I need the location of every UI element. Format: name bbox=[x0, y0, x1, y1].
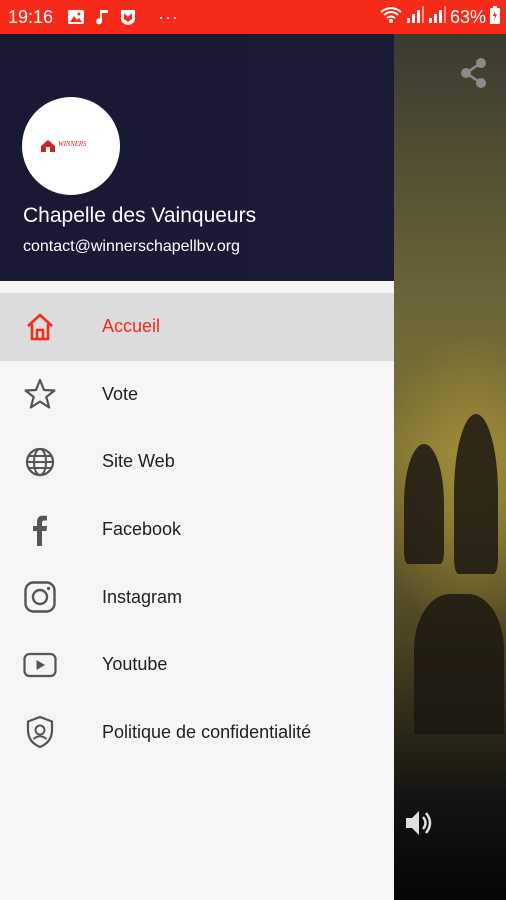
youtube-icon bbox=[22, 647, 58, 683]
image-icon bbox=[67, 8, 85, 26]
menu-item-facebook[interactable]: Facebook bbox=[0, 496, 394, 564]
menu-item-vote[interactable]: Vote bbox=[0, 361, 394, 429]
home-icon bbox=[22, 309, 58, 345]
battery-icon bbox=[490, 5, 500, 29]
star-icon bbox=[22, 376, 58, 412]
drawer-menu: Accueil Vote Site Web Facebook Instagram bbox=[0, 293, 394, 766]
contact-email: contact@winnerschapellbv.org bbox=[23, 238, 240, 255]
status-bar: 19:16 ··· 63% bbox=[0, 0, 506, 34]
share-icon[interactable] bbox=[458, 56, 490, 90]
music-note-icon bbox=[94, 8, 110, 26]
menu-item-instagram[interactable]: Instagram bbox=[0, 563, 394, 631]
status-time: 19:16 bbox=[8, 6, 54, 27]
more-notifications: ··· bbox=[158, 6, 180, 27]
app-logo: WINNERS bbox=[22, 97, 120, 195]
menu-item-label: Facebook bbox=[102, 519, 182, 540]
battery-percent: 63% bbox=[449, 6, 486, 27]
menu-item-label: Site Web bbox=[102, 451, 175, 472]
menu-item-label: Instagram bbox=[102, 586, 183, 607]
menu-item-privacy-policy[interactable]: Politique de confidentialité bbox=[0, 699, 394, 767]
menu-item-label: Politique de confidentialité bbox=[102, 721, 312, 742]
menu-item-label: Accueil bbox=[102, 316, 161, 337]
signal-icon bbox=[428, 5, 446, 29]
background-concert-image bbox=[394, 34, 506, 900]
signal-icon bbox=[406, 5, 424, 29]
menu-item-youtube[interactable]: Youtube bbox=[0, 631, 394, 699]
wifi-icon bbox=[380, 6, 402, 29]
navigation-drawer: WINNERS Chapelle des Vainqueurs contact@… bbox=[0, 34, 394, 900]
menu-item-site-web[interactable]: Site Web bbox=[0, 428, 394, 496]
app-title: Chapelle des Vainqueurs bbox=[23, 204, 257, 227]
menu-item-label: Youtube bbox=[102, 654, 168, 675]
menu-item-label: Vote bbox=[102, 383, 139, 404]
instagram-icon bbox=[22, 579, 58, 615]
drawer-header: WINNERS Chapelle des Vainqueurs contact@… bbox=[0, 34, 394, 281]
shield-app-icon bbox=[119, 8, 137, 26]
facebook-icon bbox=[22, 512, 58, 548]
privacy-shield-icon bbox=[22, 714, 58, 750]
volume-icon[interactable] bbox=[402, 806, 436, 840]
menu-item-accueil[interactable]: Accueil bbox=[0, 293, 394, 361]
globe-icon bbox=[22, 444, 58, 480]
